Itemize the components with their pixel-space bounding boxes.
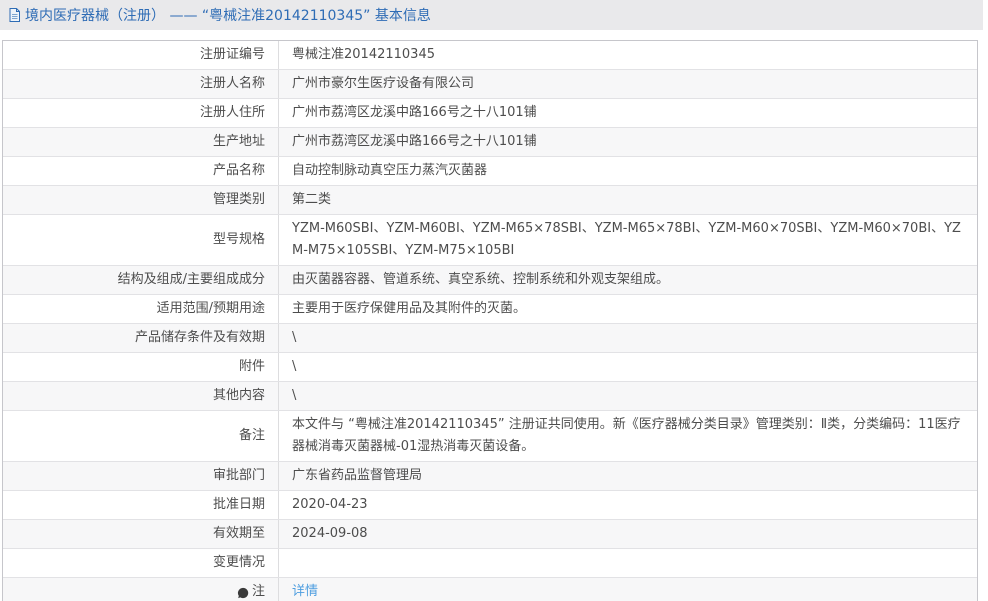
- table-row: 有效期至 2024-09-08: [3, 520, 977, 549]
- row-value: [279, 560, 977, 566]
- table-row: 注 详情: [3, 578, 977, 601]
- document-icon: [8, 8, 21, 22]
- row-value: 自动控制脉动真空压力蒸汽灭菌器: [279, 157, 977, 185]
- row-label: 产品名称: [3, 157, 279, 185]
- row-value: 2024-09-08: [279, 520, 977, 548]
- table-row: 注册证编号 粤械注准20142110345: [3, 41, 977, 70]
- row-label: 型号规格: [3, 215, 279, 265]
- table-row: 结构及组成/主要组成成分 由灭菌器容器、管道系统、真空系统、控制系统和外观支架组…: [3, 266, 977, 295]
- page-header: 境内医疗器械（注册） —— “粤械注准20142110345” 基本信息: [0, 0, 983, 30]
- table-row: 产品名称 自动控制脉动真空压力蒸汽灭菌器: [3, 157, 977, 186]
- row-label: 注册证编号: [3, 41, 279, 69]
- row-value: 粤械注准20142110345: [279, 41, 977, 69]
- row-label: 结构及组成/主要组成成分: [3, 266, 279, 294]
- table-row: 注册人名称 广州市豪尔生医疗设备有限公司: [3, 70, 977, 99]
- table-row: 生产地址 广州市荔湾区龙溪中路166号之十八101铺: [3, 128, 977, 157]
- table-row: 注册人住所 广州市荔湾区龙溪中路166号之十八101铺: [3, 99, 977, 128]
- table-row: 变更情况: [3, 549, 977, 578]
- row-value: 广东省药品监督管理局: [279, 462, 977, 490]
- page-title: 境内医疗器械（注册） —— “粤械注准20142110345” 基本信息: [25, 5, 431, 25]
- row-label: 注册人住所: [3, 99, 279, 127]
- table-row: 适用范围/预期用途 主要用于医疗保健用品及其附件的灭菌。: [3, 295, 977, 324]
- row-value: \: [279, 324, 977, 352]
- table-row: 审批部门 广东省药品监督管理局: [3, 462, 977, 491]
- row-value: \: [279, 382, 977, 410]
- table-row: 其他内容 \: [3, 382, 977, 411]
- row-value: 广州市荔湾区龙溪中路166号之十八101铺: [279, 99, 977, 127]
- row-value: \: [279, 353, 977, 381]
- table-row: 产品储存条件及有效期 \: [3, 324, 977, 353]
- table-row: 管理类别 第二类: [3, 186, 977, 215]
- table-row: 附件 \: [3, 353, 977, 382]
- row-value: 详情: [279, 578, 977, 601]
- row-label: 批准日期: [3, 491, 279, 519]
- info-table: 注册证编号 粤械注准20142110345 注册人名称 广州市豪尔生医疗设备有限…: [2, 40, 978, 601]
- row-label: 备注: [3, 411, 279, 461]
- table-row: 备注 本文件与 “粤械注准20142110345” 注册证共同使用。新《医疗器械…: [3, 411, 977, 462]
- registration-info-page: 境内医疗器械（注册） —— “粤械注准20142110345” 基本信息 注册证…: [0, 0, 988, 601]
- row-label: 管理类别: [3, 186, 279, 214]
- row-value: 第二类: [279, 186, 977, 214]
- row-label: 附件: [3, 353, 279, 381]
- row-value: YZM-M60SBⅠ、YZM-M60BⅠ、YZM-M65×78SBⅠ、YZM-M…: [279, 215, 977, 265]
- row-label: 有效期至: [3, 520, 279, 548]
- row-label: 审批部门: [3, 462, 279, 490]
- row-value: 由灭菌器容器、管道系统、真空系统、控制系统和外观支架组成。: [279, 266, 977, 294]
- row-label: 变更情况: [3, 549, 279, 577]
- row-label: 注: [3, 578, 279, 601]
- row-label: 产品储存条件及有效期: [3, 324, 279, 352]
- note-balloon-icon: [237, 587, 249, 599]
- row-label: 适用范围/预期用途: [3, 295, 279, 323]
- table-row: 型号规格 YZM-M60SBⅠ、YZM-M60BⅠ、YZM-M65×78SBⅠ、…: [3, 215, 977, 266]
- row-label: 注册人名称: [3, 70, 279, 98]
- row-label: 其他内容: [3, 382, 279, 410]
- table-row: 批准日期 2020-04-23: [3, 491, 977, 520]
- row-value: 广州市豪尔生医疗设备有限公司: [279, 70, 977, 98]
- row-label-text: 注: [252, 581, 265, 601]
- row-value: 主要用于医疗保健用品及其附件的灭菌。: [279, 295, 977, 323]
- row-value: 本文件与 “粤械注准20142110345” 注册证共同使用。新《医疗器械分类目…: [279, 411, 977, 461]
- details-link[interactable]: 详情: [292, 584, 318, 599]
- row-label: 生产地址: [3, 128, 279, 156]
- row-value: 广州市荔湾区龙溪中路166号之十八101铺: [279, 128, 977, 156]
- row-value: 2020-04-23: [279, 491, 977, 519]
